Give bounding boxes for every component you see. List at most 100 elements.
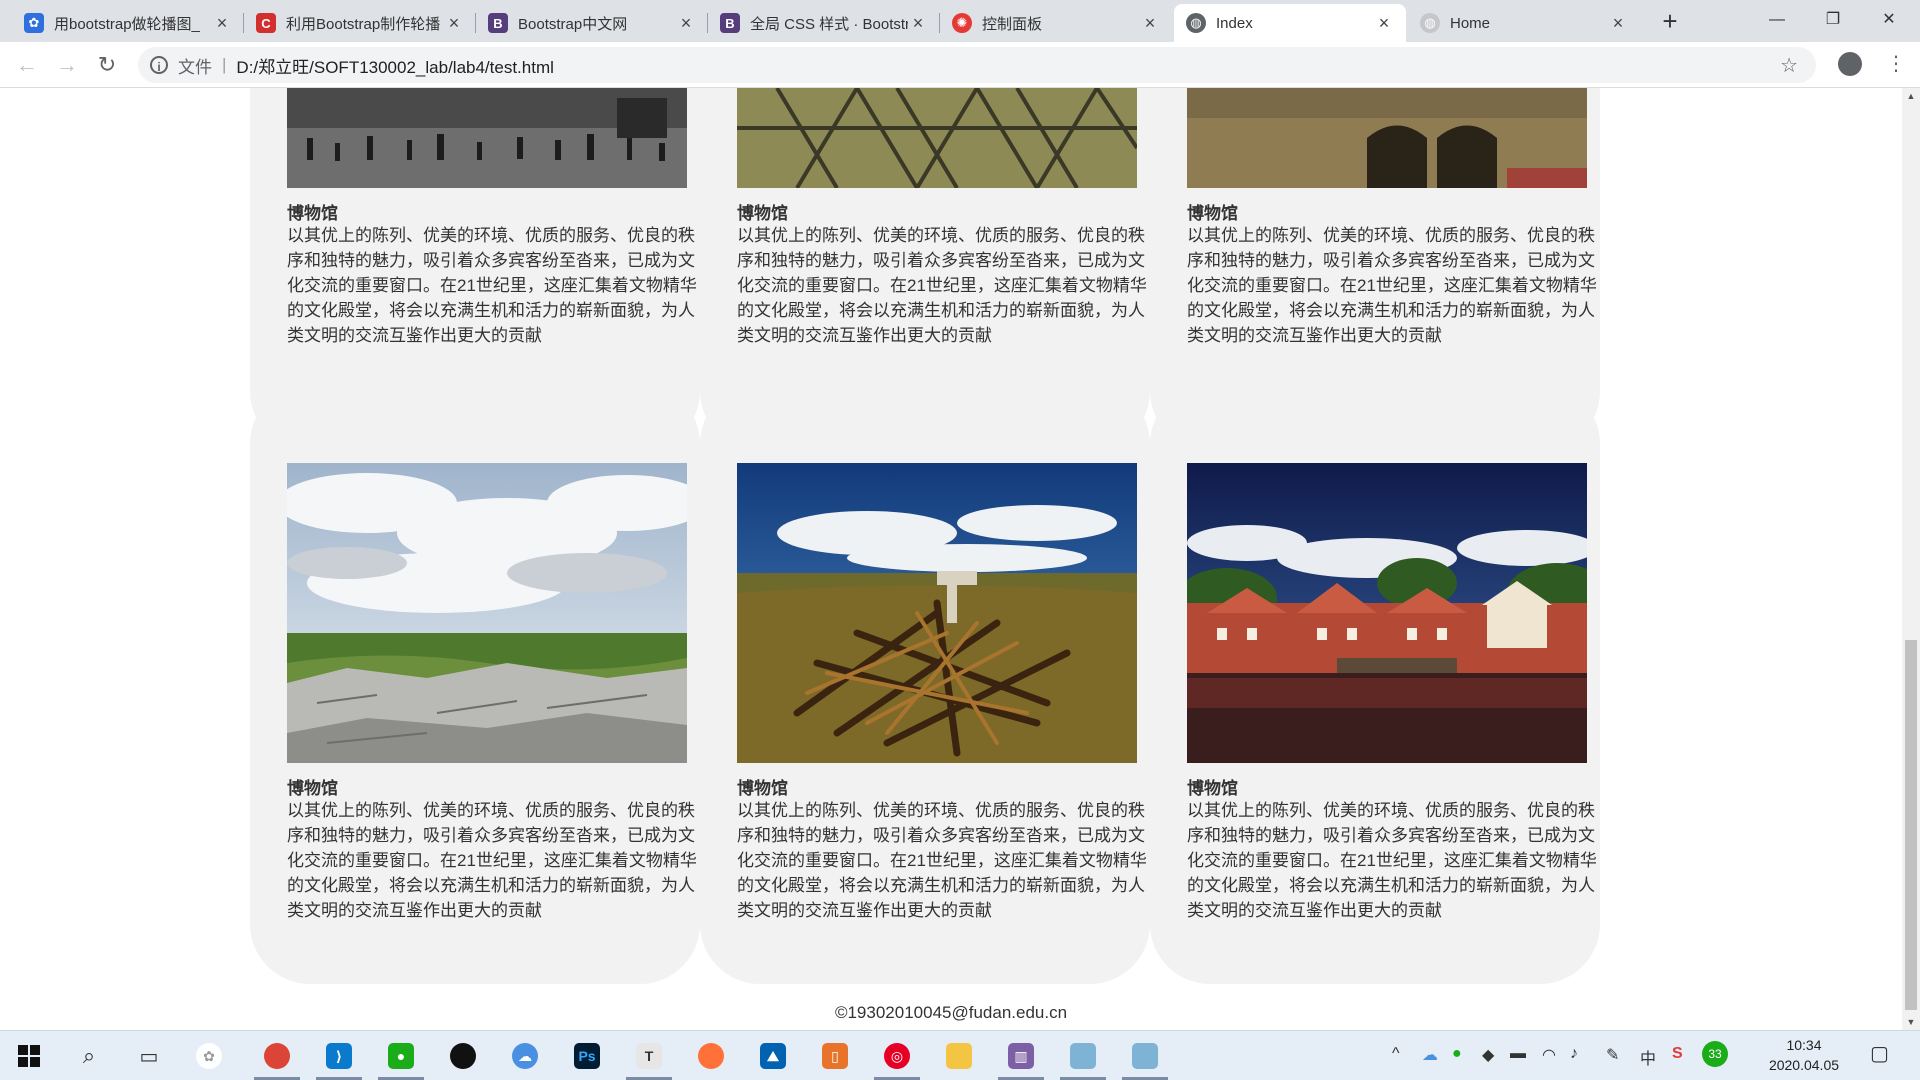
- close-icon[interactable]: ×: [1374, 13, 1394, 34]
- close-window-icon[interactable]: ✕: [1866, 0, 1912, 42]
- close-icon[interactable]: ×: [444, 13, 464, 34]
- taskbar-notes-2[interactable]: [1118, 1035, 1172, 1080]
- address-bar[interactable]: i 文件 | D:/郑立旺/SOFT130002_lab/lab4/test.h…: [138, 47, 1816, 83]
- tab-strip: ✿ 用bootstrap做轮播图_ × C 利用Bootstrap制作轮播 × …: [0, 0, 1920, 42]
- taskbar-wps[interactable]: ▯: [808, 1035, 862, 1077]
- tab-title: Index: [1216, 14, 1253, 32]
- cortana-flower-icon[interactable]: ✿: [182, 1035, 236, 1077]
- profile-avatar-icon[interactable]: [1838, 52, 1862, 76]
- card-image-stone-wall[interactable]: [1187, 88, 1587, 188]
- firefox-icon: [698, 1043, 724, 1069]
- card-museum-4: 博物馆 以其优上的陈列、优美的环境、优质的服务、优良的秩序和独特的魅力，吸引着众…: [250, 384, 700, 984]
- taskbar-wechat[interactable]: ●: [374, 1035, 428, 1080]
- back-icon[interactable]: ←: [12, 50, 42, 80]
- tab-title: Bootstrap中文网: [518, 15, 628, 33]
- card-description: 以其优上的陈列、优美的环境、优质的服务、优良的秩序和独特的魅力，吸引着众多宾客纷…: [737, 801, 1147, 920]
- search-icon[interactable]: ⌕: [62, 1035, 116, 1077]
- tab-baidu[interactable]: ✿ 用bootstrap做轮播图_ ×: [12, 4, 244, 42]
- volume-icon[interactable]: ♪: [1570, 1045, 1578, 1063]
- minimize-icon[interactable]: —: [1754, 0, 1800, 42]
- tab-index[interactable]: ◍ Index ×: [1174, 4, 1406, 42]
- wechat-tray-icon[interactable]: ●: [1452, 1045, 1462, 1063]
- bookmark-star-icon[interactable]: ☆: [1780, 53, 1798, 78]
- page-scrollbar[interactable]: ▲ ▼: [1902, 88, 1920, 1030]
- scrollbar-thumb[interactable]: [1905, 640, 1917, 1010]
- task-view-icon[interactable]: ▭: [122, 1035, 176, 1077]
- taskbar-netdisk[interactable]: ☁: [498, 1035, 552, 1077]
- close-icon[interactable]: ×: [908, 13, 928, 34]
- info-icon[interactable]: i: [150, 56, 168, 74]
- sogou-s-icon[interactable]: S: [1672, 1045, 1683, 1063]
- taskbar-chrome[interactable]: [250, 1035, 304, 1080]
- close-icon[interactable]: ×: [676, 13, 696, 34]
- qq-penguin-icon: [450, 1043, 476, 1069]
- card-title: 博物馆: [737, 779, 788, 798]
- netdisk-tray-icon[interactable]: ☁: [1422, 1045, 1438, 1065]
- taskbar-file-explorer[interactable]: [932, 1035, 986, 1077]
- start-windows-icon[interactable]: [2, 1035, 56, 1077]
- close-icon[interactable]: ×: [1140, 13, 1160, 34]
- card-image-harbor[interactable]: [1187, 463, 1587, 763]
- close-icon[interactable]: ×: [1608, 13, 1628, 34]
- wps-icon: ▯: [822, 1043, 848, 1069]
- card-description: 以其优上的陈列、优美的环境、优质的服务、优良的秩序和独特的魅力，吸引着众多宾客纷…: [287, 226, 697, 345]
- photoshop-icon: Ps: [574, 1043, 600, 1069]
- taskbar-photos[interactable]: ⛰: [746, 1035, 800, 1077]
- taskbar-typora[interactable]: T: [622, 1035, 676, 1080]
- close-icon[interactable]: ×: [212, 13, 232, 34]
- qq-tray-icon[interactable]: ◆: [1482, 1045, 1494, 1065]
- tab-bootstrap-cn[interactable]: B Bootstrap中文网 ×: [476, 4, 708, 42]
- restore-icon[interactable]: ❐: [1810, 0, 1856, 42]
- scroll-down-icon[interactable]: ▼: [1902, 1014, 1920, 1030]
- forward-icon[interactable]: →: [52, 50, 82, 80]
- taskbar-firefox[interactable]: [684, 1035, 738, 1077]
- tab-title: 用bootstrap做轮播图_: [54, 15, 200, 33]
- card-museum-5: 博物馆 以其优上的陈列、优美的环境、优质的服务、优良的秩序和独特的魅力，吸引着众…: [700, 384, 1150, 984]
- taskbar-qq[interactable]: [436, 1035, 490, 1077]
- note-icon: [1070, 1043, 1096, 1069]
- card-image-rocky-field[interactable]: [287, 463, 687, 763]
- scroll-up-icon[interactable]: ▲: [1902, 88, 1920, 104]
- taskbar-vscode[interactable]: ⟩: [312, 1035, 366, 1080]
- baidu-paw-icon: ✿: [24, 13, 44, 33]
- note-icon: [1132, 1043, 1158, 1069]
- show-hidden-icons-icon[interactable]: ^: [1392, 1045, 1400, 1063]
- globe-icon: ◍: [1420, 13, 1440, 33]
- tab-csdn[interactable]: C 利用Bootstrap制作轮播 ×: [244, 4, 476, 42]
- card-title: 博物馆: [1187, 779, 1238, 798]
- badge-counter[interactable]: 33: [1702, 1041, 1728, 1067]
- url-text[interactable]: D:/郑立旺/SOFT130002_lab/lab4/test.html: [236, 53, 553, 78]
- clock-time: 10:34: [1786, 1037, 1822, 1053]
- reload-icon[interactable]: ↻: [92, 50, 122, 80]
- bootstrap-icon: B: [720, 13, 740, 33]
- address-separator: |: [222, 55, 227, 74]
- taskbar-notes-1[interactable]: [1056, 1035, 1110, 1080]
- card-description: 以其优上的陈列、优美的环境、优质的服务、优良的秩序和独特的魅力，吸引着众多宾客纷…: [287, 801, 697, 920]
- ime-indicator[interactable]: 中: [1640, 1045, 1656, 1069]
- taskbar-netease-music[interactable]: ◎: [870, 1035, 924, 1080]
- card-image-plaza[interactable]: [287, 88, 687, 188]
- csdn-icon: C: [256, 13, 276, 33]
- wifi-icon[interactable]: ◠: [1542, 1045, 1556, 1065]
- tab-bootstrap-css[interactable]: B 全局 CSS 样式 · Bootstrap ×: [708, 4, 940, 42]
- battery-icon[interactable]: ▬: [1510, 1045, 1526, 1063]
- tab-home[interactable]: ◍ Home ×: [1408, 4, 1640, 42]
- tab-control-panel[interactable]: ✺ 控制面板 ×: [940, 4, 1172, 42]
- chrome-icon: [264, 1043, 290, 1069]
- browser-toolbar: ← → ↻ i 文件 | D:/郑立旺/SOFT130002_lab/lab4/…: [0, 42, 1920, 88]
- tab-title: 全局 CSS 样式 · Bootstrap: [750, 15, 908, 33]
- new-tab-button[interactable]: +: [1654, 6, 1686, 38]
- notification-center-icon[interactable]: ▢: [1870, 1041, 1889, 1066]
- kebab-menu-icon[interactable]: ⋮: [1886, 50, 1906, 78]
- taskbar-winrar[interactable]: ▥: [994, 1035, 1048, 1080]
- card-image-glass-roof[interactable]: [737, 88, 1137, 188]
- card-description: 以其优上的陈列、优美的环境、优质的服务、优良的秩序和独特的魅力，吸引着众多宾客纷…: [1187, 801, 1597, 920]
- pen-icon[interactable]: ✎: [1606, 1045, 1619, 1065]
- cloud-icon: ☁: [512, 1043, 538, 1069]
- card-image-driftwood[interactable]: [737, 463, 1137, 763]
- tab-title: 利用Bootstrap制作轮播: [286, 15, 441, 33]
- tab-title: 控制面板: [982, 15, 1043, 33]
- card-description: 以其优上的陈列、优美的环境、优质的服务、优良的秩序和独特的魅力，吸引着众多宾客纷…: [1187, 226, 1597, 345]
- taskbar-photoshop[interactable]: Ps: [560, 1035, 614, 1077]
- system-clock[interactable]: 10:34 2020.04.05: [1754, 1035, 1854, 1075]
